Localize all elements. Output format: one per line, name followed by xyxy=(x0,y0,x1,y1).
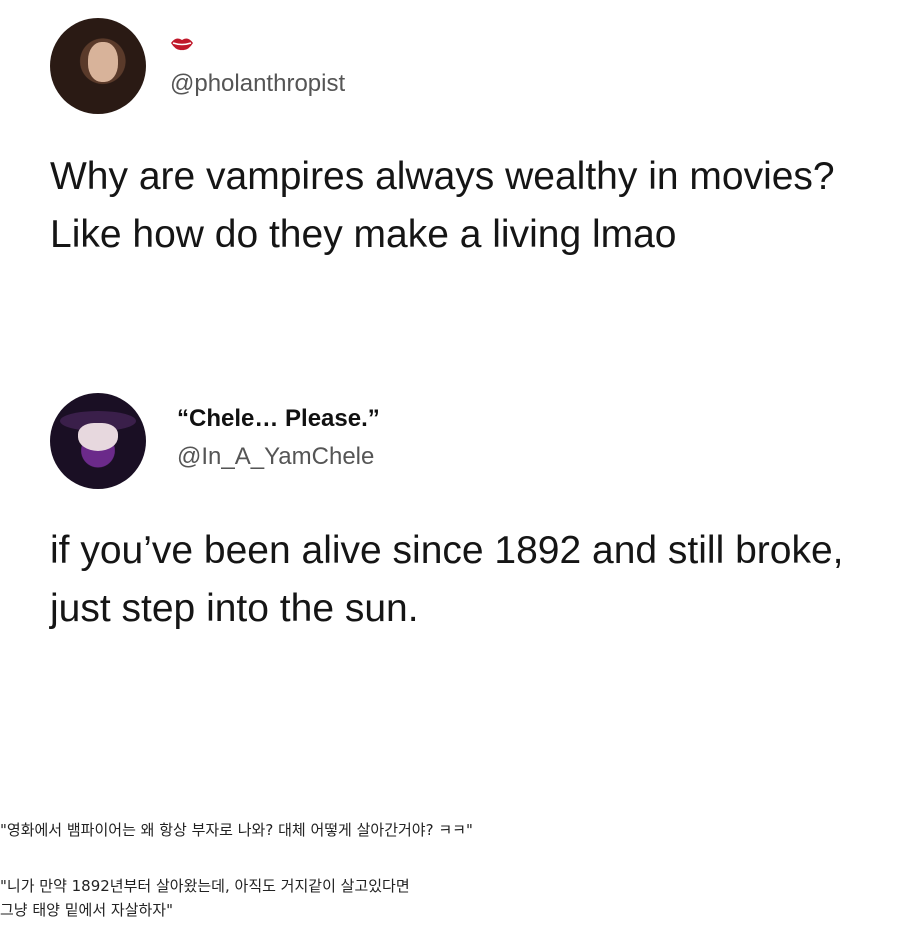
red-lips-icon xyxy=(171,38,193,51)
avatar-face-shape xyxy=(88,42,118,82)
user-handle[interactable]: @In_A_YamChele xyxy=(177,443,374,471)
korean-caption-2: "니가 만약 1892년부터 살아왔는데, 아직도 거지같이 살고있다면 그냥 … xyxy=(0,874,900,922)
caption-line: "니가 만약 1892년부터 살아왔는데, 아직도 거지같이 살고있다면 xyxy=(0,877,410,895)
display-name[interactable]: “Chele… Please.” xyxy=(177,405,380,433)
avatar[interactable] xyxy=(50,393,146,489)
tweet-text: Why are vampires always wealthy in movie… xyxy=(50,155,835,256)
tweet-text: if you’ve been alive since 1892 and stil… xyxy=(50,529,844,630)
screenshot-root: { "tweet_1": { "display_name_icon": "red… xyxy=(0,0,900,945)
user-handle[interactable]: @pholanthropist xyxy=(170,70,345,98)
caption-line: "영화에서 뱀파이어는 왜 항상 부자로 나와? 대체 어떻게 살아간거야? ㅋ… xyxy=(0,821,473,839)
avatar[interactable] xyxy=(50,18,146,114)
korean-caption-1: "영화에서 뱀파이어는 왜 항상 부자로 나와? 대체 어떻게 살아간거야? ㅋ… xyxy=(0,818,900,842)
caption-line: 그냥 태양 밑에서 자살하자" xyxy=(0,901,174,919)
avatar-face-shape xyxy=(78,423,118,451)
